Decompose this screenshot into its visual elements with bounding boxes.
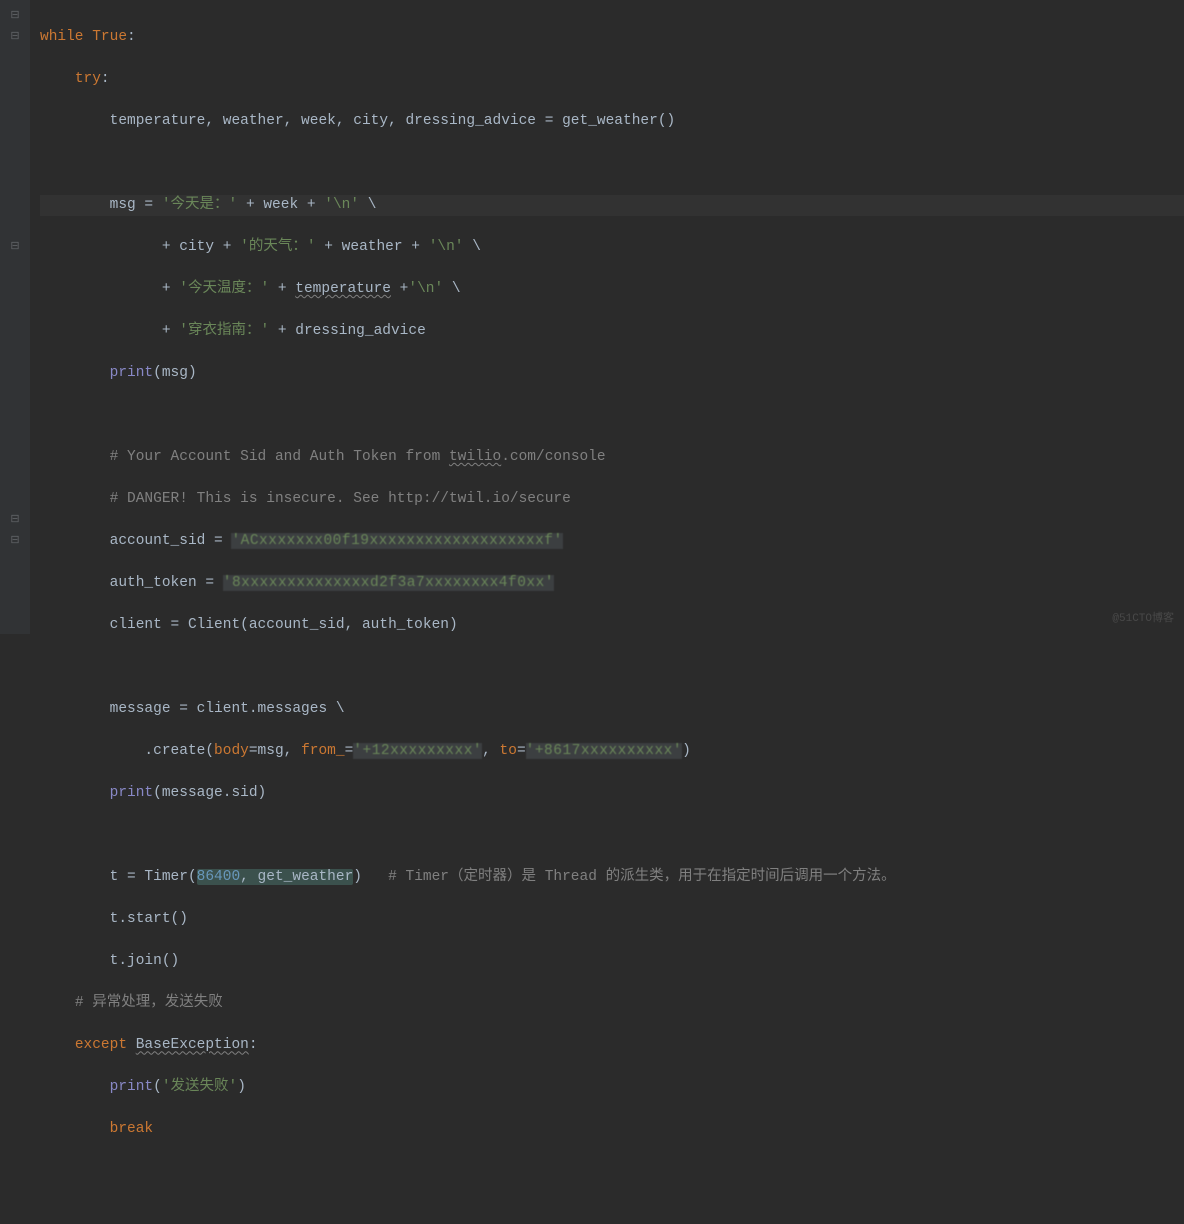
comment: # Timer（定时器）是 Thread 的派生类，用于在指定时间后调用一个方法… bbox=[362, 869, 896, 885]
t-start: t.start() bbox=[110, 911, 188, 927]
redacted-from: '+12xxxxxxxxx' bbox=[353, 743, 482, 759]
kw-except: except bbox=[75, 1037, 136, 1053]
fold-marker[interactable]: ⊟ bbox=[0, 510, 30, 531]
kw-true: True bbox=[92, 29, 127, 45]
redacted-to: '+8617xxxxxxxxxx' bbox=[526, 743, 682, 759]
kw-break: break bbox=[110, 1121, 154, 1137]
code-editor[interactable]: ⊟ ⊟ ⊟ ⊟ ⊟ while True: try: temperature, … bbox=[0, 0, 1184, 634]
fold-marker[interactable]: ⊟ bbox=[0, 27, 30, 48]
fold-end-icon: ⊟ bbox=[10, 240, 19, 256]
fold-open-icon: ⊟ bbox=[10, 9, 19, 25]
comment: # DANGER! This is insecure. See http://t… bbox=[110, 491, 571, 507]
code-area[interactable]: while True: try: temperature, weather, w… bbox=[30, 0, 1184, 634]
assignment: temperature, weather, week, city, dressi… bbox=[110, 113, 676, 129]
fold-open-icon: ⊟ bbox=[10, 534, 19, 550]
builtin-print: print bbox=[110, 785, 154, 801]
builtin-print: print bbox=[110, 1079, 154, 1095]
message-assign: message = client.messages \ bbox=[110, 701, 345, 717]
fold-marker[interactable]: ⊟ bbox=[0, 237, 30, 258]
highlighted-line: msg = '今天是：' + week + '\n' \ bbox=[40, 195, 1184, 216]
watermark: @51CTO博客 bbox=[1112, 612, 1174, 628]
client-assign: client = Client(account_sid, auth_token) bbox=[110, 617, 458, 633]
comment: # 异常处理，发送失败 bbox=[75, 995, 223, 1011]
warning-squiggle: BaseException bbox=[136, 1037, 249, 1053]
fold-marker[interactable]: ⊟ bbox=[0, 531, 30, 552]
warning-squiggle: temperature bbox=[295, 281, 391, 297]
gutter: ⊟ ⊟ ⊟ ⊟ ⊟ bbox=[0, 0, 30, 634]
kw-try: try bbox=[75, 71, 101, 87]
kw-while: while bbox=[40, 29, 92, 45]
redacted-sid: 'ACxxxxxxx00f19xxxxxxxxxxxxxxxxxxxf' bbox=[231, 533, 562, 549]
t-join: t.join() bbox=[110, 953, 180, 969]
fold-end-icon: ⊟ bbox=[10, 513, 19, 529]
builtin-print: print bbox=[110, 365, 154, 381]
fold-marker[interactable]: ⊟ bbox=[0, 6, 30, 27]
fold-open-icon: ⊟ bbox=[10, 30, 19, 46]
selection-highlight: 86400, get_weather bbox=[197, 869, 354, 885]
redacted-token: '8xxxxxxxxxxxxxxd2f3a7xxxxxxxx4f0xx' bbox=[223, 575, 554, 591]
comment: # Your Account Sid and Auth Token from t… bbox=[110, 449, 606, 465]
